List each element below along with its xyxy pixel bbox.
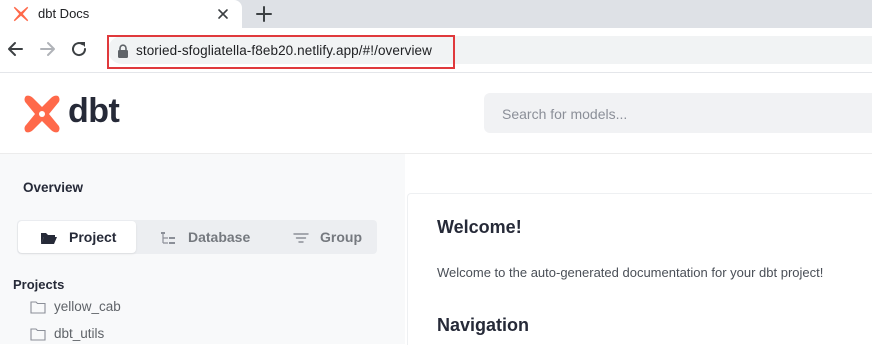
sidebar-heading-overview[interactable]: Overview [23, 180, 83, 195]
projects-heading: Projects [13, 277, 65, 292]
tab-database[interactable]: Database [138, 221, 268, 253]
project-label: yellow_cab [54, 299, 121, 314]
tree-icon [161, 232, 175, 244]
new-tab-icon[interactable] [254, 4, 274, 24]
navigation-heading: Navigation [437, 315, 530, 335]
project-item-dbt-utils[interactable]: dbt_utils [30, 325, 230, 345]
project-item-yellow-cab[interactable]: yellow_cab [30, 298, 230, 318]
dbt-logo-text[interactable]: dbt [68, 92, 120, 131]
tab-project[interactable]: Project [18, 221, 136, 253]
reload-icon[interactable] [69, 39, 89, 59]
project-label: dbt_utils [54, 326, 105, 341]
search-placeholder: Search for models... [502, 106, 628, 122]
close-tab-icon[interactable] [214, 5, 232, 23]
tab-group[interactable]: Group [270, 221, 376, 253]
folder-icon [30, 301, 46, 314]
folder-icon [30, 328, 46, 341]
filter-lines-icon [293, 233, 309, 243]
tab-database-label: Database [188, 229, 251, 245]
url-highlight-annotation [107, 35, 455, 69]
browser-tab[interactable]: dbt Docs [0, 0, 242, 28]
forward-arrow-icon[interactable] [37, 39, 57, 59]
tab-project-label: Project [69, 229, 117, 245]
welcome-text: Welcome to the auto-generated documentat… [437, 265, 824, 280]
back-arrow-icon[interactable] [6, 39, 26, 59]
tab-title: dbt Docs [38, 6, 90, 21]
tab-group-label: Group [320, 229, 362, 245]
welcome-heading: Welcome! [437, 217, 522, 237]
browser-tabstrip: dbt Docs [0, 0, 872, 28]
dbt-logo-icon[interactable] [22, 94, 62, 134]
folder-open-icon [41, 233, 57, 244]
dbt-favicon-icon [13, 6, 29, 22]
